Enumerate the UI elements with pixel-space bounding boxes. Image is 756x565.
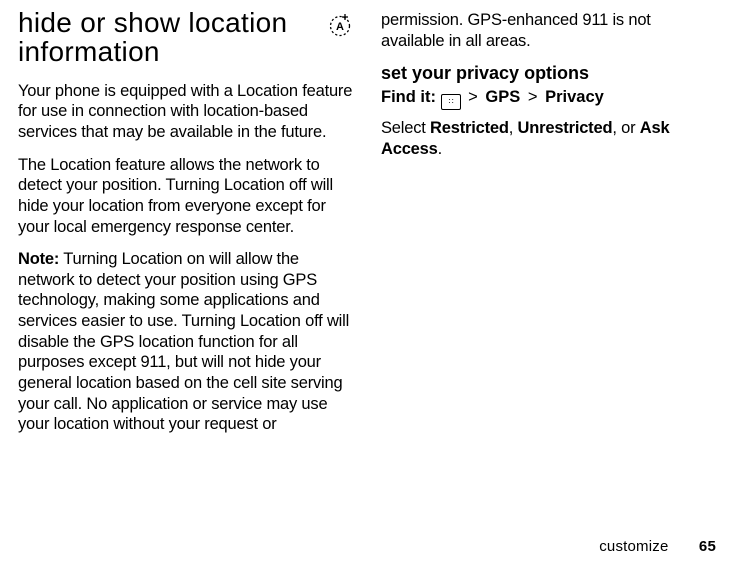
subsection-heading: set your privacy options [381,63,716,84]
option: Unrestricted [518,119,613,137]
option: Restricted [430,119,509,137]
right-column: permission. GPS-enhanced 911 is not avai… [381,8,716,447]
note-label: Note: [18,250,59,268]
find-it-line: Find it: ∷ > GPS > Privacy [381,88,716,110]
select-line: Select Restricted, Unrestricted, or Ask … [381,118,716,159]
left-column: hide or show location information A Your… [18,8,353,447]
breadcrumb-separator: > [465,88,481,106]
menu-key-icon: ∷ [441,94,461,110]
period: . [438,140,442,158]
breadcrumb-separator: > [525,88,541,106]
paragraph: The Location feature allows the network … [18,155,353,238]
comma: , [509,119,518,137]
two-column-layout: hide or show location information A Your… [18,8,716,447]
manual-page: hide or show location information A Your… [0,0,756,565]
note-paragraph: Note: Turning Location on will allow the… [18,249,353,435]
find-it-label: Find it: [381,88,436,106]
breadcrumb-item: GPS [485,88,520,106]
page-footer: customize 65 [599,538,716,555]
breadcrumb-item: Privacy [545,88,604,106]
section-heading: hide or show location information [18,8,319,67]
svg-text:A: A [336,21,344,33]
paragraph: Your phone is equipped with a Location f… [18,81,353,143]
or-text: , or [612,119,639,137]
note-body: Turning Location on will allow the netwo… [18,250,349,433]
location-feature-icon: A [327,12,353,43]
paragraph-continuation: permission. GPS-enhanced 911 is not avai… [381,10,716,51]
select-prefix: Select [381,119,430,137]
footer-section: customize [599,538,668,555]
heading-row: hide or show location information A [18,8,353,81]
page-number: 65 [699,538,716,555]
